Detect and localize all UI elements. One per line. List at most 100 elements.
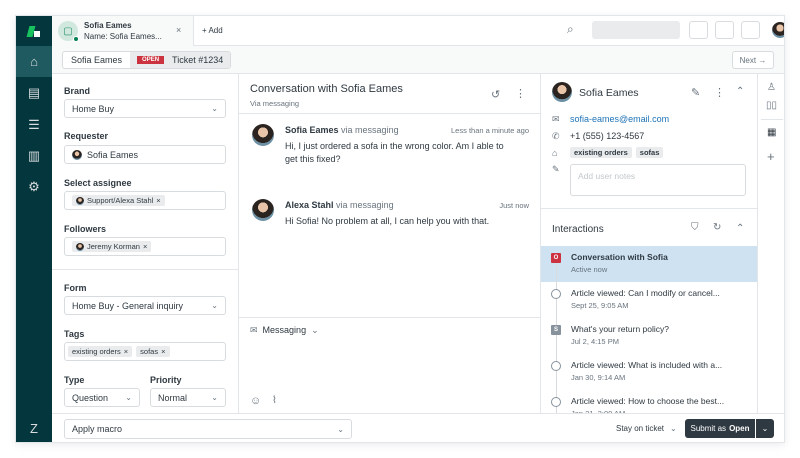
message-author: Sofia Eames — [285, 125, 339, 135]
collapse-chevron-icon[interactable]: ⌃ — [736, 86, 744, 97]
knowledge-book-icon[interactable]: ▯▯ — [766, 100, 777, 111]
customer-avatar — [552, 82, 572, 102]
views-icon[interactable]: ▤ — [16, 77, 52, 108]
message-time: Less than a minute ago — [451, 126, 529, 135]
breadcrumb-ticket-group[interactable]: OPEN Ticket #1234 — [130, 52, 231, 68]
chevron-down-icon: ⌄ — [337, 424, 344, 434]
conversation-title: Conversation with Sofia Eames — [250, 83, 403, 95]
chevron-down-icon: ⌄ — [211, 393, 218, 402]
more-options-icon[interactable]: ⋮ — [515, 87, 526, 100]
apps-grid-icon[interactable]: ▦ — [767, 127, 776, 138]
nav-sidebar: ⌂ ▤ ☰ ▥ ⚙ Z — [16, 16, 52, 442]
interaction-title: Conversation with Sofia — [571, 252, 668, 262]
requester-avatar — [72, 149, 82, 160]
toolbar-button-2[interactable] — [715, 21, 734, 39]
submit-prefix: Submit as — [690, 424, 727, 433]
message-text: Hi Sofia! No problem at all, I can help … — [285, 216, 490, 226]
filter-icon[interactable]: ⛉ — [691, 222, 699, 233]
priority-select[interactable]: Normal ⌄ — [150, 388, 226, 407]
brand-label: Brand — [64, 86, 91, 96]
more-options-icon[interactable]: ⋮ — [714, 86, 725, 99]
divider — [52, 269, 238, 270]
status-badge: OPEN — [137, 56, 165, 64]
note-icon: ✎ — [552, 164, 560, 174]
stay-on-ticket-select[interactable]: Stay on ticket ⌄ — [616, 424, 677, 433]
type-select[interactable]: Question ⌄ — [64, 388, 140, 407]
next-button[interactable]: Next → — [732, 51, 774, 69]
tag-chip[interactable]: sofas × — [136, 346, 170, 357]
tags-field[interactable]: existing orders × sofas × — [64, 342, 226, 361]
ticket-badge-icon: O — [551, 253, 561, 263]
admin-gear-icon[interactable]: ⚙ — [16, 171, 52, 202]
submit-options-chevron-icon[interactable]: ⌄ — [756, 419, 774, 438]
divider — [541, 208, 757, 209]
user-icon[interactable]: ♙ — [767, 82, 776, 93]
status-placeholder[interactable] — [592, 21, 680, 39]
divider — [239, 113, 541, 114]
submit-button[interactable]: Submit as Open — [685, 419, 755, 438]
interaction-item[interactable]: S What's your return policy? Jul 2, 4:15 P… — [541, 322, 757, 356]
form-value: Home Buy - General inquiry — [72, 300, 184, 311]
channel-selector[interactable]: ✉ Messaging ⌄ — [250, 325, 319, 336]
refresh-icon[interactable]: ↻ — [713, 222, 721, 233]
interaction-time: Jul 2, 4:15 PM — [571, 337, 619, 346]
message-text: Hi, I just ordered a sofa in the wrong c… — [285, 141, 504, 164]
assignee-field[interactable]: Support/Alexa Stahl × — [64, 191, 226, 210]
tag-chip: existing orders — [570, 147, 632, 158]
message-channel: via messaging — [336, 200, 394, 210]
customer-email[interactable]: sofia-eames@email.com — [570, 114, 669, 124]
macro-label: Apply macro — [72, 424, 123, 434]
requester-field[interactable]: Sofia Eames — [64, 145, 226, 164]
mail-icon: ✉ — [250, 325, 258, 335]
tab-subtitle: Name: Sofia Eames... — [84, 32, 162, 41]
ticket-tab[interactable]: ▢ Sofia Eames Name: Sofia Eames... × — [52, 16, 194, 46]
user-avatar[interactable] — [772, 22, 784, 38]
conversation-subtitle: Via messaging — [250, 99, 300, 108]
interaction-item[interactable]: Article viewed: What is included with a.… — [541, 358, 757, 392]
interaction-item[interactable]: O Conversation with Sofia Active now — [541, 250, 757, 284]
zendesk-icon[interactable]: Z — [16, 413, 52, 442]
collapse-chevron-icon[interactable]: ⌃ — [736, 223, 744, 234]
agent-workspace: ⌂ ▤ ☰ ▥ ⚙ Z ▢ Sofia Eames Name: Sofia Ea… — [15, 15, 785, 443]
tags-label: Tags — [64, 329, 85, 339]
add-icon[interactable]: + — [767, 149, 775, 164]
form-select[interactable]: Home Buy - General inquiry ⌄ — [64, 296, 226, 315]
article-circle-icon — [551, 361, 561, 371]
customer-context: Sofia Eames ✎ ⋮ ⌃ ✉ sofia-eames@email.co… — [541, 74, 757, 414]
attachment-icon[interactable]: ⌇ — [272, 395, 277, 406]
message-channel: via messaging — [341, 125, 399, 135]
submit-status: Open — [729, 424, 750, 433]
home-icon[interactable]: ⌂ — [16, 46, 52, 77]
interaction-item[interactable]: Article viewed: How to choose the best..… — [541, 394, 757, 414]
search-icon[interactable]: ⌕ — [567, 22, 574, 37]
user-notes-input[interactable]: Add user notes — [570, 164, 746, 196]
interaction-title: Article viewed: How to choose the best..… — [571, 396, 725, 406]
assignee-tag[interactable]: Support/Alexa Stahl × — [72, 195, 165, 206]
divider — [761, 119, 783, 120]
toolbar-button-3[interactable] — [741, 21, 760, 39]
priority-label: Priority — [150, 375, 182, 385]
emoji-icon[interactable]: ☺ — [250, 395, 261, 407]
reporting-icon[interactable]: ▥ — [16, 140, 52, 171]
followers-field[interactable]: Jeremy Korman × — [64, 237, 226, 256]
apply-macro-select[interactable]: Apply macro ⌄ — [64, 419, 352, 439]
follower-tag[interactable]: Jeremy Korman × — [72, 241, 152, 252]
close-tab-icon[interactable]: × — [176, 25, 181, 35]
breadcrumb-user[interactable]: Sofia Eames — [63, 55, 130, 65]
history-icon[interactable]: ↺ — [491, 88, 500, 101]
tag-chip[interactable]: existing orders × — [68, 346, 133, 357]
interaction-item[interactable]: Article viewed: Can I modify or cancel..… — [541, 286, 757, 320]
edit-pencil-icon[interactable]: ✎ — [691, 86, 700, 99]
interaction-time: Active now — [571, 265, 608, 274]
stay-label: Stay on ticket — [616, 424, 665, 433]
follower-avatar — [76, 242, 84, 251]
add-tab-button[interactable]: + Add — [202, 26, 223, 35]
divider — [239, 317, 541, 318]
online-status-icon — [73, 36, 79, 42]
assignee-avatar — [76, 196, 84, 205]
brand-select[interactable]: Home Buy ⌄ — [64, 99, 226, 118]
toolbar-button-1[interactable] — [689, 21, 708, 39]
customers-icon[interactable]: ☰ — [16, 109, 52, 140]
followers-label: Followers — [64, 224, 107, 234]
interaction-title: Article viewed: What is included with a.… — [571, 360, 723, 370]
